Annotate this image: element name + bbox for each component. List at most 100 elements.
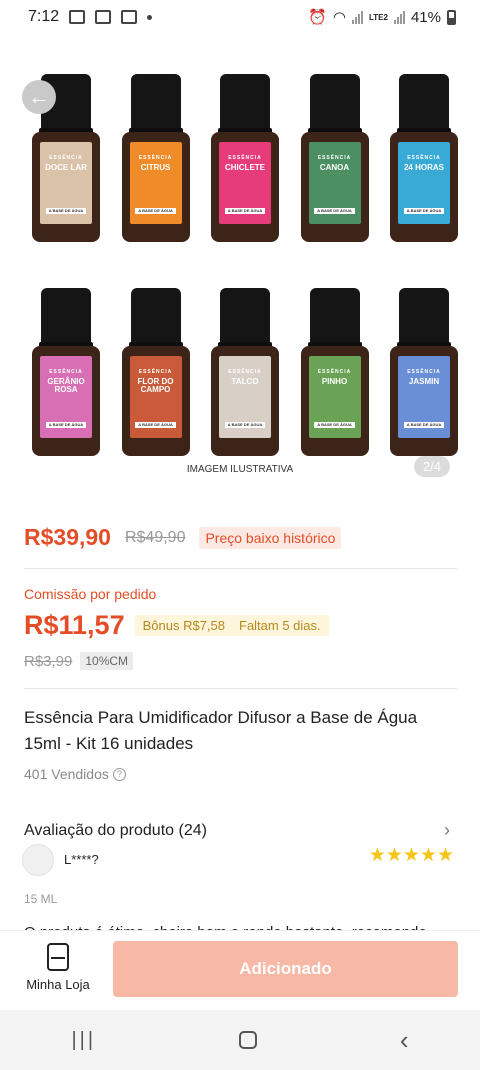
bottle-cap	[218, 74, 272, 136]
old-price: R$49,90	[124, 528, 186, 546]
chevron-right-icon[interactable]: ›	[444, 820, 450, 841]
review-author: L****?	[22, 844, 99, 876]
bottle-label: ESSÊNCIA PINHO A BASE DE ÁGUA	[308, 356, 361, 438]
bottle-label: ESSÊNCIA CANOA A BASE DE ÁGUA	[308, 142, 361, 224]
bottle-scent-name: JASMIN	[408, 376, 440, 386]
more-notifications-icon	[147, 14, 153, 20]
help-icon[interactable]: ?	[112, 767, 126, 781]
image-counter: 2/4	[413, 456, 450, 477]
review-username: L****?	[64, 851, 99, 867]
home-icon[interactable]	[238, 1031, 257, 1049]
commission-row: R$11,57 Bônus R$7,58 Faltam 5 dias.	[24, 610, 329, 641]
bottle: ESSÊNCIA TALCO A BASE DE ÁGUA	[209, 288, 281, 458]
historic-low-badge: Preço baixo histórico	[199, 526, 342, 549]
avatar	[22, 844, 54, 876]
bottle-scent-name: 24 HORAS	[403, 162, 444, 172]
bottle: ESSÊNCIA PINHO A BASE DE ÁGUA	[299, 288, 371, 458]
bonus-badge: Bônus R$7,58 Faltam 5 dias.	[134, 615, 329, 636]
network-type: LTE2	[369, 12, 388, 22]
bottle-label-top: ESSÊNCIA	[228, 369, 262, 375]
bottle-cap	[307, 288, 362, 350]
bottle-cap	[128, 288, 183, 350]
bottle-label: ESSÊNCIA JASMIN A BASE DE ÁGUA	[398, 356, 450, 438]
bottle-label-top: ESSÊNCIA	[49, 369, 83, 375]
bottle-cap	[397, 288, 451, 350]
back-button[interactable]: ←	[22, 80, 56, 114]
bottle-label: ESSÊNCIA DOCE LAR A BASE DE ÁGUA	[40, 142, 92, 224]
commission-label: Comissão por pedido	[24, 586, 157, 602]
bottle-row-top: ESSÊNCIA DOCE LAR A BASE DE ÁGUA ESSÊNCIA CI…	[30, 74, 460, 244]
bottle-label-bottom: A BASE DE ÁGUA	[45, 207, 87, 214]
bottle-label-bottom: A BASE DE ÁGUA	[135, 421, 176, 428]
bottle-label-bottom: A BASE DE ÁGUA	[224, 207, 266, 214]
signal-icon-2	[393, 10, 405, 24]
bottle-scent-name: TALCO	[231, 376, 259, 386]
bottle-label: ESSÊNCIA 24 HORAS A BASE DE ÁGUA	[398, 142, 450, 224]
bottle-label-top: ESSÊNCIA	[407, 155, 441, 161]
sold-count-text: 401 Vendidos	[24, 766, 109, 782]
product-title: Essência Para Umidificador Difusor a Bas…	[24, 708, 418, 753]
bottle-label-top: ESSÊNCIA	[317, 369, 352, 375]
store-icon	[47, 943, 69, 971]
bottle-label-bottom: A BASE DE ÁGUA	[403, 207, 445, 214]
photo-notification-icon	[95, 10, 112, 24]
bottle: ESSÊNCIA 24 HORAS A BASE DE ÁGUA	[388, 74, 460, 244]
bottle: ESSÊNCIA JASMIN A BASE DE ÁGUA	[388, 288, 460, 458]
bottle-row-bottom: ESSÊNCIA GERÂNIO ROSA A BASE DE ÁGUA ESSÊNC…	[30, 288, 460, 458]
back-nav-icon[interactable]: ‹	[400, 1025, 409, 1056]
wifi-icon: ◠	[332, 9, 346, 26]
bottle-scent-name: FLOR DO CAMPO	[137, 376, 174, 395]
bonus-remaining: Faltam 5 dias.	[239, 618, 321, 633]
status-bar: 7:12 ⏰ ◠ LTE2 41%	[0, 0, 480, 34]
divider	[24, 688, 457, 689]
bottle-label-bottom: A BASE DE ÁGUA	[403, 421, 445, 428]
bottle-label: ESSÊNCIA CHICLETE A BASE DE ÁGUA	[219, 142, 271, 224]
bottle-scent-name: CITRUS	[140, 162, 171, 172]
add-button[interactable]: Adicionado	[113, 941, 458, 997]
bottle-label-top: ESSÊNCIA	[49, 155, 83, 161]
price: R$39,90	[24, 524, 111, 550]
system-nav-bar: ||| ‹	[0, 1010, 480, 1070]
reviews-heading[interactable]: Avaliação do produto (24)	[24, 822, 207, 840]
commission-rate-badge: 10%CM	[80, 652, 134, 670]
bottle-label-top: ESSÊNCIA	[407, 369, 441, 375]
bonus-amount: Bônus R$7,58	[142, 618, 225, 633]
my-store-button[interactable]: Minha Loja	[20, 943, 96, 992]
image-caption: IMAGEM ILUSTRATIVA	[186, 464, 294, 475]
rating-stars: ★★★★★	[368, 845, 454, 866]
bottle-label-bottom: A BASE DE ÁGUA	[224, 421, 266, 428]
bottle-cap	[39, 288, 93, 350]
gallery-notification-icon	[69, 10, 86, 24]
bottle-label-bottom: A BASE DE ÁGUA	[135, 207, 176, 214]
photo-notification-icon-2	[121, 10, 138, 24]
bottle-scent-name: DOCE LAR	[45, 162, 87, 172]
bottle-label-bottom: A BASE DE ÁGUA	[45, 421, 87, 428]
bottle-label-top: ESSÊNCIA	[138, 155, 173, 161]
bottle: ESSÊNCIA GERÂNIO ROSA A BASE DE ÁGUA	[30, 288, 102, 458]
product-image-gallery[interactable]: ESSÊNCIA DOCE LAR A BASE DE ÁGUA ESSÊNCIA CI…	[0, 34, 480, 494]
commission-old-row: R$3,99 10%CM	[24, 652, 134, 670]
review-variant: 15 ML	[24, 892, 58, 906]
bottle-label-top: ESSÊNCIA	[228, 155, 262, 161]
recent-apps-icon[interactable]: |||	[71, 1029, 96, 1052]
clock: 7:12	[28, 8, 60, 25]
bottle-scent-name: GERÂNIO ROSA	[47, 376, 85, 395]
my-store-label: Minha Loja	[26, 977, 90, 992]
arrow-left-icon: ←	[28, 84, 50, 109]
commission-old-value: R$3,99	[24, 652, 73, 670]
alarm-icon: ⏰	[308, 9, 327, 26]
battery-percent: 41%	[410, 8, 441, 26]
bottle-cap	[307, 74, 362, 136]
product-image: ESSÊNCIA DOCE LAR A BASE DE ÁGUA ESSÊNCIA CI…	[30, 74, 460, 502]
divider	[24, 568, 457, 569]
bottle: ESSÊNCIA CHICLETE A BASE DE ÁGUA	[209, 74, 281, 244]
bottle-label-top: ESSÊNCIA	[138, 369, 173, 375]
bottle-label-bottom: A BASE DE ÁGUA	[314, 207, 355, 214]
commission-value: R$11,57	[24, 610, 125, 640]
bottle-label-top: ESSÊNCIA	[317, 155, 352, 161]
battery-icon	[447, 9, 456, 25]
bottle-cap	[397, 74, 451, 136]
bottle-label: ESSÊNCIA CITRUS A BASE DE ÁGUA	[129, 142, 182, 224]
bottle-label-bottom: A BASE DE ÁGUA	[314, 421, 355, 428]
bottle: ESSÊNCIA FLOR DO CAMPO A BASE DE ÁGUA	[120, 288, 192, 458]
